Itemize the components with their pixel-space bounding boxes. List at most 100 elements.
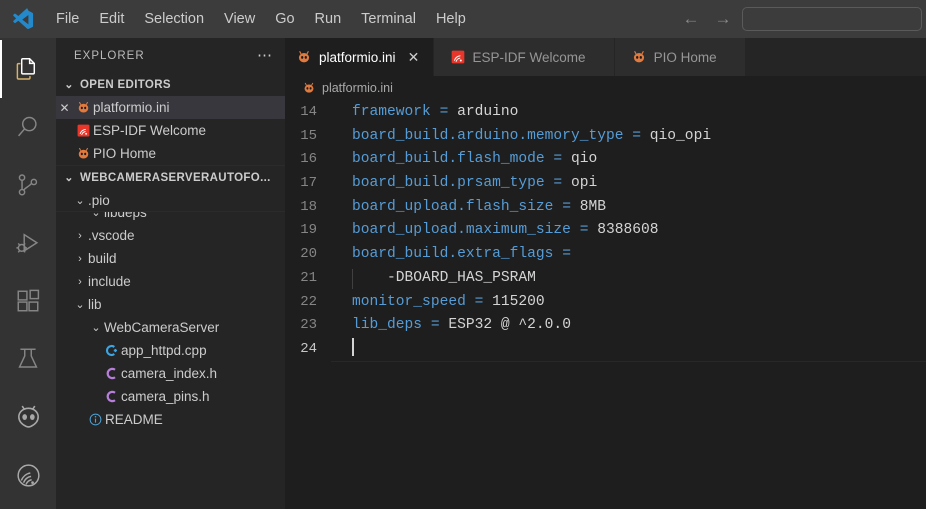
- menu-item-run[interactable]: Run: [305, 7, 352, 31]
- open-editor-label: platformio.ini: [93, 100, 170, 115]
- search-icon: [15, 114, 41, 140]
- espressif-file-icon: [73, 123, 93, 138]
- editor-area: platformio.ini ✕ ESP-IDF Welcome PIO Hom…: [285, 38, 926, 509]
- header-file-icon: [101, 366, 121, 381]
- platformio-file-icon: [73, 100, 93, 115]
- code-line: 16 board_build.flash_mode = qio: [285, 148, 926, 172]
- operator: =: [553, 246, 571, 263]
- explorer-sidebar: EXPLORER ⋯ ⌄ OPEN EDITORS ✕ platformio.i…: [56, 38, 285, 509]
- tree-item-libdeps[interactable]: ⌄ libdeps: [56, 211, 285, 224]
- config-value: 8MB: [579, 198, 606, 215]
- config-key: board_build.flash_mode: [352, 151, 545, 168]
- config-key: monitor_speed: [352, 293, 466, 310]
- tree-item-webcameraserver[interactable]: ⌄ WebCameraServer: [56, 316, 285, 339]
- activity-item-extensions[interactable]: [0, 272, 56, 330]
- platformio-file-icon: [73, 146, 93, 161]
- menu-item-terminal[interactable]: Terminal: [351, 7, 426, 31]
- line-content: [331, 338, 354, 362]
- config-value: -DBOARD_HAS_PSRAM: [352, 269, 536, 286]
- tree-item-include[interactable]: › include: [56, 270, 285, 293]
- operator: =: [544, 151, 571, 168]
- config-value: 8388608: [597, 222, 659, 239]
- files-icon: [15, 56, 41, 82]
- line-content: board_upload.maximum_size = 8388608: [331, 219, 659, 243]
- line-number: 16: [300, 151, 317, 168]
- close-icon[interactable]: ✕: [56, 101, 73, 115]
- chevron-down-icon: ⌄: [75, 195, 85, 207]
- menu-item-go[interactable]: Go: [265, 7, 304, 31]
- activity-item-esp-idf[interactable]: [0, 446, 56, 504]
- line-content: board_build.arduino.memory_type = qio_op…: [331, 125, 711, 149]
- menu-item-file[interactable]: File: [46, 7, 89, 31]
- tree-item-pio[interactable]: ⌄ .pio: [56, 189, 285, 211]
- tree-item-label: camera_pins.h: [121, 389, 210, 404]
- line-number: 18: [300, 198, 317, 215]
- activity-item-search[interactable]: [0, 98, 56, 156]
- tree-item-build[interactable]: › build: [56, 247, 285, 270]
- tree-item-camera-pins-h[interactable]: camera_pins.h: [56, 385, 285, 408]
- section-header-workspace[interactable]: ⌄ WEBCAMERASERVERAUTOFO...: [56, 166, 285, 189]
- tab-platformio-ini[interactable]: platformio.ini ✕: [285, 38, 434, 76]
- code-line: 15 board_build.arduino.memory_type = qio…: [285, 125, 926, 149]
- platformio-file-icon: [631, 49, 647, 65]
- extensions-icon: [15, 288, 41, 314]
- tree-item-label: camera_index.h: [121, 366, 218, 381]
- tree-item-label: app_httpd.cpp: [121, 343, 207, 358]
- menu-item-view[interactable]: View: [214, 7, 265, 31]
- operator: =: [623, 127, 650, 144]
- tree-item-lib[interactable]: ⌄ lib: [56, 293, 285, 316]
- arrow-left-icon[interactable]: ←: [678, 6, 704, 32]
- platformio-file-icon: [302, 81, 316, 95]
- sidebar-header: EXPLORER ⋯: [56, 38, 285, 73]
- activity-item-testing[interactable]: [0, 330, 56, 388]
- breadcrumb-label: platformio.ini: [322, 81, 393, 95]
- operator: =: [553, 198, 580, 215]
- code-line: 23 lib_deps = ESP32 @ ^2.0.0: [285, 314, 926, 338]
- page-title: EXPLORER: [74, 49, 145, 62]
- ellipsis-icon[interactable]: ⋯: [257, 48, 273, 63]
- tree-item-label: include: [88, 274, 131, 289]
- open-editor-item-platformio-ini[interactable]: ✕ platformio.ini: [56, 96, 285, 119]
- close-icon[interactable]: ✕: [406, 49, 422, 66]
- activity-bar: [0, 38, 56, 509]
- activity-item-source-control[interactable]: [0, 156, 56, 214]
- tree-item-label: lib: [88, 297, 102, 312]
- open-editor-item-esp-idf-welcome[interactable]: ESP-IDF Welcome: [56, 119, 285, 142]
- tree-item-label: README: [105, 412, 163, 427]
- operator: =: [465, 293, 493, 310]
- tree-item-camera-index-h[interactable]: camera_index.h: [56, 362, 285, 385]
- platformio-alien-icon: [15, 404, 42, 431]
- source-control-icon: [15, 172, 41, 198]
- config-key: lib_deps: [352, 317, 423, 334]
- activity-item-platformio[interactable]: [0, 388, 56, 446]
- code-line: 18 board_upload.flash_size = 8MB: [285, 196, 926, 220]
- code-editor[interactable]: 14 framework = arduino 15 board_build.ar…: [285, 100, 926, 509]
- arrow-right-icon[interactable]: →: [710, 6, 736, 32]
- operator: =: [570, 222, 598, 239]
- tree-item-label: WebCameraServer: [104, 320, 220, 335]
- line-number: 14: [300, 104, 317, 120]
- tree-item-label: libdeps: [104, 211, 147, 220]
- section-header-open-editors[interactable]: ⌄ OPEN EDITORS: [56, 73, 285, 96]
- operator: =: [422, 317, 449, 334]
- activity-item-explorer[interactable]: [0, 40, 56, 98]
- open-editor-item-pio-home[interactable]: PIO Home: [56, 142, 285, 165]
- tree-item-vscode[interactable]: › .vscode: [56, 224, 285, 247]
- command-center-input[interactable]: [742, 7, 922, 31]
- chevron-right-icon: ›: [78, 252, 82, 265]
- breadcrumb[interactable]: platformio.ini: [285, 76, 926, 100]
- chevron-down-icon: ⌄: [64, 172, 74, 184]
- line-content: framework = arduino: [331, 101, 518, 125]
- chevron-down-icon: ⌄: [91, 322, 101, 334]
- tree-item-readme[interactable]: README: [56, 408, 285, 431]
- activity-item-run-and-debug[interactable]: [0, 214, 56, 272]
- tree-item-app-httpd-cpp[interactable]: app_httpd.cpp: [56, 339, 285, 362]
- menu-item-help[interactable]: Help: [426, 7, 476, 31]
- menu-item-edit[interactable]: Edit: [89, 7, 134, 31]
- menu-item-selection[interactable]: Selection: [134, 7, 214, 31]
- tab-esp-idf-welcome[interactable]: ESP-IDF Welcome: [433, 38, 615, 76]
- tab-pio-home[interactable]: PIO Home: [614, 38, 746, 76]
- cpp-file-icon: [101, 343, 121, 358]
- chevron-down-icon: ⌄: [91, 211, 101, 219]
- config-value: ESP32 @ ^2.0.0: [448, 317, 571, 334]
